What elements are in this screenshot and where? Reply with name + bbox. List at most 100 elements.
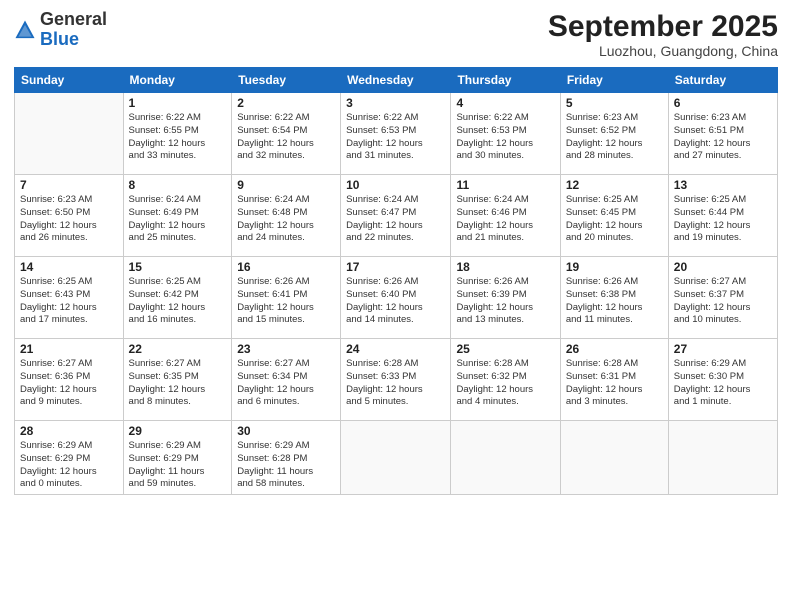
calendar-cell: 25Sunrise: 6:28 AM Sunset: 6:32 PM Dayli… bbox=[451, 339, 560, 421]
day-info: Sunrise: 6:26 AM Sunset: 6:41 PM Dayligh… bbox=[237, 276, 335, 327]
day-number: 2 bbox=[237, 96, 335, 110]
day-info: Sunrise: 6:27 AM Sunset: 6:35 PM Dayligh… bbox=[129, 358, 227, 409]
day-info: Sunrise: 6:28 AM Sunset: 6:32 PM Dayligh… bbox=[456, 358, 554, 409]
day-info: Sunrise: 6:25 AM Sunset: 6:45 PM Dayligh… bbox=[566, 194, 663, 245]
calendar-cell: 3 Sunrise: 6:22 AM Sunset: 6:53 PM Daylig… bbox=[341, 93, 451, 175]
day-info: Sunrise: 6:28 AM Sunset: 6:33 PM Dayligh… bbox=[346, 358, 445, 409]
day-number: 8 bbox=[129, 178, 227, 192]
day-info: Sunrise: 6:25 AM Sunset: 6:42 PM Dayligh… bbox=[129, 276, 227, 327]
day-info: Sunrise: 6:26 AM Sunset: 6:38 PM Dayligh… bbox=[566, 276, 663, 327]
day-number: 26 bbox=[566, 342, 663, 356]
day-info: Sunrise: 6:27 AM Sunset: 6:37 PM Dayligh… bbox=[674, 276, 772, 327]
day-info: Sunrise: 6:25 AM Sunset: 6:43 PM Dayligh… bbox=[20, 276, 118, 327]
calendar-cell: 26 Sunrise: 6:28 AM Sunset: 6:31 PM Dayli… bbox=[560, 339, 668, 421]
day-number: 3 bbox=[346, 96, 445, 110]
day-info: Sunrise: 6:25 AM Sunset: 6:44 PM Dayligh… bbox=[674, 194, 772, 245]
day-info: Sunrise: 6:22 AM Sunset: 6:55 PM Dayligh… bbox=[129, 112, 227, 163]
calendar-cell: 20Sunrise: 6:27 AM Sunset: 6:37 PM Dayli… bbox=[668, 257, 777, 339]
calendar-cell: 10Sunrise: 6:24 AM Sunset: 6:47 PM Dayli… bbox=[341, 175, 451, 257]
day-info: Sunrise: 6:29 AM Sunset: 6:30 PM Dayligh… bbox=[674, 358, 772, 409]
calendar-cell: 28 Sunrise: 6:29 AM Sunset: 6:29 PM Dayli… bbox=[15, 421, 124, 495]
calendar-cell: 24 Sunrise: 6:28 AM Sunset: 6:33 PM Dayli… bbox=[341, 339, 451, 421]
day-number: 13 bbox=[674, 178, 772, 192]
calendar-cell: 19 Sunrise: 6:26 AM Sunset: 6:38 PM Dayli… bbox=[560, 257, 668, 339]
calendar-cell bbox=[668, 421, 777, 495]
day-number: 16 bbox=[237, 260, 335, 274]
day-number: 27 bbox=[674, 342, 772, 356]
calendar-cell: 18Sunrise: 6:26 AM Sunset: 6:39 PM Dayli… bbox=[451, 257, 560, 339]
day-number: 17 bbox=[346, 260, 445, 274]
day-info: Sunrise: 6:22 AM Sunset: 6:54 PM Dayligh… bbox=[237, 112, 335, 163]
day-number: 4 bbox=[456, 96, 554, 110]
week-row-1: 1 Sunrise: 6:22 AM Sunset: 6:55 PM Daylig… bbox=[15, 93, 778, 175]
calendar-cell: 7 Sunrise: 6:23 AM Sunset: 6:50 PM Daylig… bbox=[15, 175, 124, 257]
calendar-cell: 2 Sunrise: 6:22 AM Sunset: 6:54 PM Daylig… bbox=[232, 93, 341, 175]
calendar-cell: 6Sunrise: 6:23 AM Sunset: 6:51 PM Daylig… bbox=[668, 93, 777, 175]
day-info: Sunrise: 6:27 AM Sunset: 6:34 PM Dayligh… bbox=[237, 358, 335, 409]
day-number: 9 bbox=[237, 178, 335, 192]
weekday-header-saturday: Saturday bbox=[668, 68, 777, 93]
calendar-cell: 11 Sunrise: 6:24 AM Sunset: 6:46 PM Dayli… bbox=[451, 175, 560, 257]
calendar-cell bbox=[451, 421, 560, 495]
calendar-body: 1 Sunrise: 6:22 AM Sunset: 6:55 PM Daylig… bbox=[15, 93, 778, 495]
month-title: September 2025 bbox=[548, 10, 778, 43]
calendar-cell: 16 Sunrise: 6:26 AM Sunset: 6:41 PM Dayli… bbox=[232, 257, 341, 339]
weekday-header-sunday: Sunday bbox=[15, 68, 124, 93]
day-number: 14 bbox=[20, 260, 118, 274]
week-row-2: 7 Sunrise: 6:23 AM Sunset: 6:50 PM Daylig… bbox=[15, 175, 778, 257]
day-number: 28 bbox=[20, 424, 118, 438]
calendar-cell: 27 Sunrise: 6:29 AM Sunset: 6:30 PM Dayli… bbox=[668, 339, 777, 421]
calendar-cell bbox=[15, 93, 124, 175]
logo-icon bbox=[14, 19, 36, 41]
day-number: 29 bbox=[129, 424, 227, 438]
calendar-cell: 15 Sunrise: 6:25 AM Sunset: 6:42 PM Dayli… bbox=[123, 257, 232, 339]
calendar-cell: 14 Sunrise: 6:25 AM Sunset: 6:43 PM Dayli… bbox=[15, 257, 124, 339]
day-number: 7 bbox=[20, 178, 118, 192]
day-number: 18 bbox=[456, 260, 554, 274]
title-block: September 2025 Luozhou, Guangdong, China bbox=[548, 10, 778, 59]
day-number: 15 bbox=[129, 260, 227, 274]
weekday-header-tuesday: Tuesday bbox=[232, 68, 341, 93]
day-number: 5 bbox=[566, 96, 663, 110]
day-number: 19 bbox=[566, 260, 663, 274]
calendar-cell: 12 Sunrise: 6:25 AM Sunset: 6:45 PM Dayli… bbox=[560, 175, 668, 257]
day-number: 30 bbox=[237, 424, 335, 438]
day-number: 22 bbox=[129, 342, 227, 356]
day-info: Sunrise: 6:26 AM Sunset: 6:40 PM Dayligh… bbox=[346, 276, 445, 327]
weekday-header-thursday: Thursday bbox=[451, 68, 560, 93]
logo-text: General Blue bbox=[40, 10, 107, 50]
calendar-cell: 21 Sunrise: 6:27 AM Sunset: 6:36 PM Dayli… bbox=[15, 339, 124, 421]
calendar-cell: 4 Sunrise: 6:22 AM Sunset: 6:53 PM Daylig… bbox=[451, 93, 560, 175]
calendar-cell: 13 Sunrise: 6:25 AM Sunset: 6:44 PM Dayli… bbox=[668, 175, 777, 257]
page: General Blue September 2025 Luozhou, Gua… bbox=[0, 0, 792, 612]
calendar-cell bbox=[560, 421, 668, 495]
calendar-cell bbox=[341, 421, 451, 495]
weekday-header-friday: Friday bbox=[560, 68, 668, 93]
day-number: 21 bbox=[20, 342, 118, 356]
week-row-3: 14 Sunrise: 6:25 AM Sunset: 6:43 PM Dayli… bbox=[15, 257, 778, 339]
header: General Blue September 2025 Luozhou, Gua… bbox=[14, 10, 778, 59]
day-info: Sunrise: 6:23 AM Sunset: 6:50 PM Dayligh… bbox=[20, 194, 118, 245]
weekday-header-row: SundayMondayTuesdayWednesdayThursdayFrid… bbox=[15, 68, 778, 93]
day-info: Sunrise: 6:27 AM Sunset: 6:36 PM Dayligh… bbox=[20, 358, 118, 409]
day-info: Sunrise: 6:28 AM Sunset: 6:31 PM Dayligh… bbox=[566, 358, 663, 409]
day-info: Sunrise: 6:22 AM Sunset: 6:53 PM Dayligh… bbox=[346, 112, 445, 163]
day-info: Sunrise: 6:24 AM Sunset: 6:48 PM Dayligh… bbox=[237, 194, 335, 245]
day-info: Sunrise: 6:29 AM Sunset: 6:28 PM Dayligh… bbox=[237, 440, 335, 491]
calendar-cell: 9 Sunrise: 6:24 AM Sunset: 6:48 PM Daylig… bbox=[232, 175, 341, 257]
day-info: Sunrise: 6:24 AM Sunset: 6:49 PM Dayligh… bbox=[129, 194, 227, 245]
day-number: 12 bbox=[566, 178, 663, 192]
day-number: 24 bbox=[346, 342, 445, 356]
day-number: 1 bbox=[129, 96, 227, 110]
calendar-cell: 22 Sunrise: 6:27 AM Sunset: 6:35 PM Dayli… bbox=[123, 339, 232, 421]
week-row-5: 28 Sunrise: 6:29 AM Sunset: 6:29 PM Dayli… bbox=[15, 421, 778, 495]
day-info: Sunrise: 6:24 AM Sunset: 6:46 PM Dayligh… bbox=[456, 194, 554, 245]
day-info: Sunrise: 6:24 AM Sunset: 6:47 PM Dayligh… bbox=[346, 194, 445, 245]
day-info: Sunrise: 6:23 AM Sunset: 6:51 PM Dayligh… bbox=[674, 112, 772, 163]
day-info: Sunrise: 6:29 AM Sunset: 6:29 PM Dayligh… bbox=[20, 440, 118, 491]
day-info: Sunrise: 6:22 AM Sunset: 6:53 PM Dayligh… bbox=[456, 112, 554, 163]
logo-blue-text: Blue bbox=[40, 29, 79, 49]
day-number: 11 bbox=[456, 178, 554, 192]
location: Luozhou, Guangdong, China bbox=[548, 43, 778, 59]
day-info: Sunrise: 6:29 AM Sunset: 6:29 PM Dayligh… bbox=[129, 440, 227, 491]
